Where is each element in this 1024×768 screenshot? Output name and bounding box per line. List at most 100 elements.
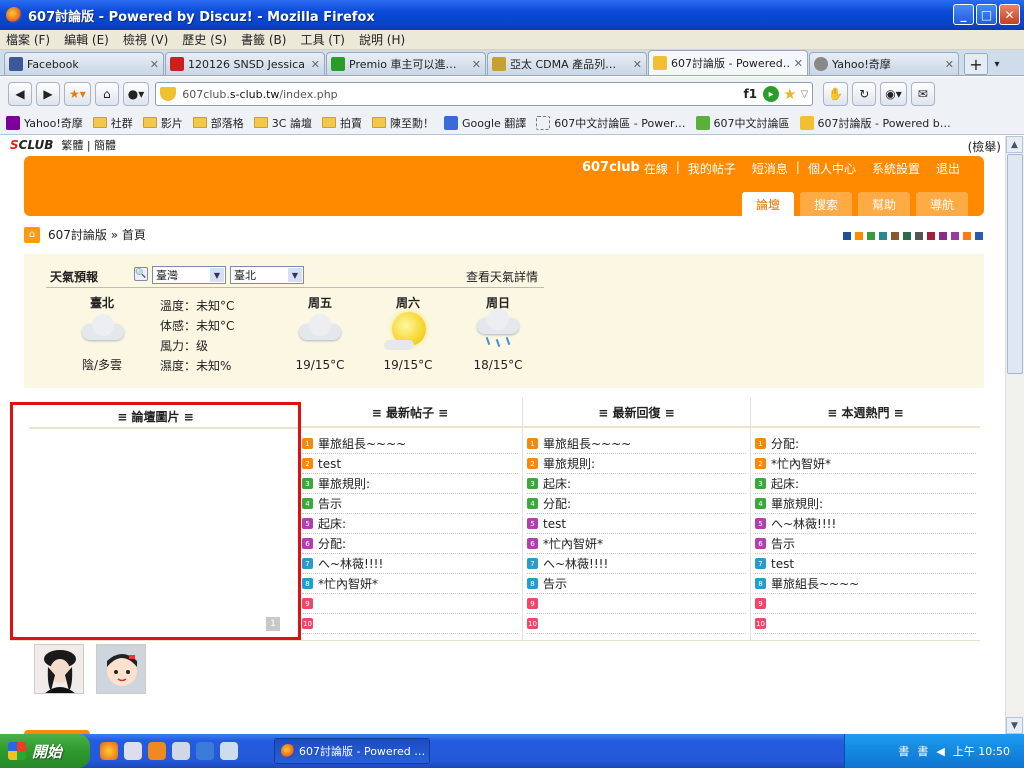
sclub-logo[interactable]: SCLUB	[10, 138, 53, 152]
bookmark-star-icon[interactable]: ★▾	[64, 82, 91, 106]
list-item[interactable]: 5 test	[527, 514, 746, 534]
list-item[interactable]: 7 へ~林薇!!!!	[527, 554, 746, 574]
color-swatch[interactable]	[891, 232, 899, 240]
scroll-up-arrow[interactable]: ▲	[1006, 136, 1023, 153]
tab-close-icon[interactable]: ✕	[633, 58, 642, 71]
dropdown-icon[interactable]: ▽	[801, 89, 809, 100]
desktop-icon[interactable]	[220, 742, 238, 760]
post-title[interactable]: 畢旅組長~~~~	[771, 575, 859, 592]
tab-cdma[interactable]: 亞太 CDMA 產品列… ✕	[487, 52, 647, 75]
list-item[interactable]: 5 へ~林薇!!!!	[755, 514, 976, 534]
messenger-icon[interactable]	[148, 742, 166, 760]
language-links[interactable]: 繁體 | 簡體	[61, 137, 116, 153]
tab-yahoo[interactable]: Yahoo!奇摩 ✕	[809, 52, 959, 75]
menu-bookmarks[interactable]: 書籤 (B)	[241, 31, 286, 48]
reload-button[interactable]: ↻	[852, 82, 877, 106]
menu-edit[interactable]: 編輯 (E)	[64, 31, 109, 48]
menu-tools[interactable]: 工具 (T)	[300, 31, 345, 48]
list-item[interactable]: 7 test	[755, 554, 976, 574]
post-title[interactable]: *忙內智妍*	[771, 455, 831, 472]
post-title[interactable]: へ~林薇!!!!	[771, 515, 836, 532]
taskbar-item-firefox[interactable]: 607討論版 - Powered …	[274, 738, 430, 764]
color-swatch[interactable]	[855, 232, 863, 240]
forward-button[interactable]: ▶	[36, 82, 60, 106]
color-swatch[interactable]	[903, 232, 911, 240]
list-item[interactable]: 10	[755, 614, 976, 634]
firefox-icon[interactable]	[100, 742, 118, 760]
list-item[interactable]: 1 分配:	[755, 434, 976, 454]
color-swatch[interactable]	[975, 232, 983, 240]
post-title[interactable]: test	[318, 457, 341, 471]
post-title[interactable]: 畢旅規則:	[543, 455, 595, 472]
list-item[interactable]: 9	[527, 594, 746, 614]
logout-link[interactable]: 退出	[936, 160, 960, 177]
list-item[interactable]: 6 分配:	[302, 534, 518, 554]
post-title[interactable]: test	[543, 517, 566, 531]
my-posts-link[interactable]: 我的帖子	[688, 160, 736, 177]
addon-icon[interactable]: ◉▾	[880, 82, 907, 106]
list-item[interactable]: 4 畢旅規則:	[755, 494, 976, 514]
country-select[interactable]: 臺灣 ▼	[152, 266, 226, 284]
media-icon[interactable]	[124, 742, 142, 760]
list-item[interactable]: 3 畢旅規則:	[302, 474, 518, 494]
online-link[interactable]: 在線	[644, 160, 668, 177]
username-link[interactable]: 607club	[582, 160, 640, 177]
post-title[interactable]: 起床:	[318, 515, 346, 532]
report-link[interactable]: (檢舉)	[968, 138, 1001, 155]
list-item[interactable]: 3 起床:	[755, 474, 976, 494]
list-item[interactable]: 2 test	[302, 454, 518, 474]
list-item[interactable]: 7 へ~林薇!!!!	[302, 554, 518, 574]
list-item[interactable]: 6 告示	[755, 534, 976, 554]
tab-premio[interactable]: Premio 車主可以進… ✕	[326, 52, 486, 75]
star-icon[interactable]: ★	[783, 85, 796, 103]
go-icon[interactable]: ▸	[763, 86, 780, 102]
list-item[interactable]: 8 告示	[527, 574, 746, 594]
post-title[interactable]: 告示	[318, 495, 342, 512]
city-select[interactable]: 臺北 ▼	[230, 266, 304, 284]
color-swatch[interactable]	[963, 232, 971, 240]
list-item[interactable]: 8 *忙內智妍*	[302, 574, 518, 594]
post-title[interactable]: 起床:	[543, 475, 571, 492]
search-icon[interactable]: 🔍	[134, 267, 148, 281]
tab-close-icon[interactable]: ✕	[311, 58, 320, 71]
dislike-icon[interactable]: ✋	[823, 82, 849, 106]
menu-help[interactable]: 說明 (H)	[359, 31, 405, 48]
ime-icon[interactable]: 書	[898, 743, 909, 759]
slide-nav-button[interactable]: 1	[266, 617, 280, 631]
bookmark-607-forum-2[interactable]: 607中文討論區	[695, 115, 790, 131]
post-title[interactable]: test	[771, 557, 794, 571]
breadcrumb-text[interactable]: 607討論版 » 首頁	[48, 226, 146, 243]
tab-607-forum[interactable]: 607討論版 - Powered… ✕	[648, 50, 808, 75]
post-title[interactable]: 告示	[543, 575, 567, 592]
menu-view[interactable]: 檢視 (V)	[123, 31, 168, 48]
app-icon[interactable]	[172, 742, 190, 760]
post-title[interactable]: 分配:	[318, 535, 346, 552]
list-item[interactable]: 4 分配:	[527, 494, 746, 514]
menu-file[interactable]: 檔案 (F)	[6, 31, 50, 48]
tab-youtube[interactable]: 120126 SNSD Jessica … ✕	[165, 52, 325, 75]
vertical-scrollbar[interactable]: ▲ ▼	[1005, 136, 1024, 734]
window-title-bar[interactable]: 607討論版 - Powered by Discuz! - Mozilla Fi…	[0, 0, 1024, 30]
settings-link[interactable]: 系統設置	[872, 160, 920, 177]
pm-link[interactable]: 短消息	[752, 160, 788, 177]
avatar[interactable]	[96, 644, 146, 694]
post-title[interactable]: 分配:	[543, 495, 571, 512]
list-item[interactable]: 9	[755, 594, 976, 614]
menu-history[interactable]: 歷史 (S)	[182, 31, 227, 48]
tab-list-button[interactable]: ▾	[988, 53, 1006, 75]
post-title[interactable]: へ~林薇!!!!	[543, 555, 608, 572]
list-item[interactable]: 8 畢旅組長~~~~	[755, 574, 976, 594]
tab-help[interactable]: 幫助	[858, 192, 910, 216]
list-item[interactable]: 6 *忙內智妍*	[527, 534, 746, 554]
list-item[interactable]: 4 告示	[302, 494, 518, 514]
close-button[interactable]: ✕	[999, 4, 1020, 25]
bookmark-folder[interactable]: 3C 論壇	[253, 115, 312, 131]
bookmark-folder[interactable]: 部落格	[192, 115, 244, 131]
scroll-thumb[interactable]	[1007, 154, 1023, 374]
tab-close-icon[interactable]: ✕	[945, 58, 954, 71]
post-title[interactable]: *忙內智妍*	[318, 575, 378, 592]
post-title[interactable]: 起床:	[771, 475, 799, 492]
tab-close-icon[interactable]: ✕	[150, 58, 159, 71]
list-item[interactable]: 10	[302, 614, 518, 634]
bookmark-folder[interactable]: 陳至勳！	[371, 115, 434, 131]
